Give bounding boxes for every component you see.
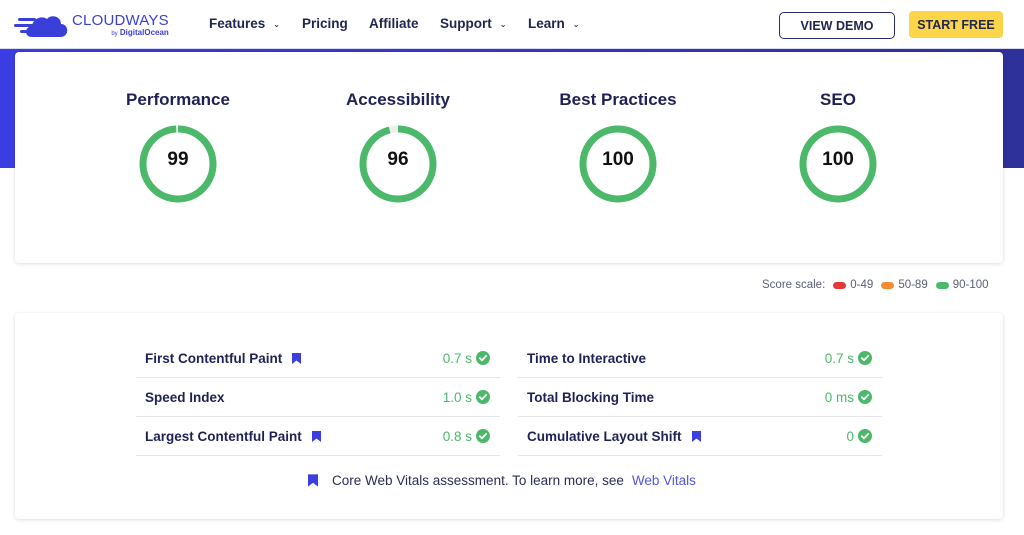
metrics-card: First Contentful Paint 0.7 s Speed Index… — [15, 313, 1003, 519]
bookmark-icon — [691, 430, 701, 442]
metric-row: Total Blocking Time 0 ms — [518, 378, 882, 417]
gauge-best-practices: Best Practices 100 — [548, 90, 688, 205]
cloudways-logo[interactable]: CLOUDWAYS by DigitalOcean — [14, 9, 169, 41]
nav-affiliate-label: Affiliate — [369, 16, 419, 31]
chevron-down-icon: ⌄ — [572, 19, 580, 29]
gauge-accessibility: Accessibility 96 — [328, 90, 468, 205]
metric-value: 0.8 s — [442, 428, 472, 444]
gauge-performance: Performance 99 — [108, 90, 248, 205]
gauge-title: Best Practices — [559, 90, 677, 109]
site-header: CLOUDWAYS by DigitalOcean Features ⌄ Pric… — [0, 0, 1024, 49]
gauge-title: SEO — [820, 90, 856, 109]
logo-sub: DigitalOcean — [119, 28, 169, 37]
metric-row: Speed Index 1.0 s — [136, 378, 500, 417]
footnote-text: Core Web Vitals assessment. To learn mor… — [332, 473, 624, 488]
metric-value: 0 ms — [824, 389, 854, 405]
nav-features-label: Features — [209, 16, 266, 31]
scale-range-average: 50-89 — [898, 279, 928, 291]
gauge-value: 100 — [602, 149, 634, 170]
gauge-title: Accessibility — [346, 90, 450, 109]
metric-row: First Contentful Paint 0.7 s — [136, 339, 500, 378]
scale-range-pass: 90-100 — [952, 279, 989, 291]
logo-by: by — [111, 31, 118, 37]
metric-value: 0.7 s — [824, 350, 854, 366]
chevron-down-icon: ⌄ — [499, 19, 507, 29]
scale-range-fail: 0-49 — [850, 279, 874, 291]
gauge-value: 99 — [167, 149, 189, 170]
metric-label: Time to Interactive — [527, 350, 647, 366]
start-free-button[interactable]: START FREE — [909, 11, 1003, 38]
gauge-title: Performance — [126, 90, 230, 109]
metrics-column-left: First Contentful Paint 0.7 s Speed Index… — [136, 339, 500, 456]
metric-value: 0 — [846, 428, 854, 444]
nav-pricing[interactable]: Pricing — [302, 16, 348, 31]
metric-row: Largest Contentful Paint 0.8 s — [136, 417, 500, 456]
metric-value: 1.0 s — [442, 389, 472, 405]
gauge-value: 100 — [822, 149, 854, 170]
chevron-down-icon: ⌄ — [273, 19, 280, 29]
check-circle-icon — [476, 351, 490, 365]
metric-label: Speed Index — [145, 389, 225, 405]
web-vitals-link[interactable]: Web Vitals — [632, 473, 696, 488]
bookmark-icon — [311, 430, 321, 442]
metric-label: First Contentful Paint — [145, 350, 283, 366]
metric-row: Time to Interactive 0.7 s — [518, 339, 882, 378]
logo-name: CLOUDWAYS — [72, 12, 169, 29]
check-circle-icon — [476, 429, 490, 443]
gauge-seo: SEO 100 — [768, 90, 908, 205]
check-circle-icon — [476, 390, 490, 404]
metric-value: 0.7 s — [442, 350, 472, 366]
nav-support-label: Support — [440, 16, 492, 31]
bookmark-icon — [292, 352, 302, 364]
scores-card: Performance 99 Accessibility 96 Best Pra… — [15, 52, 1003, 263]
cloud-logo-icon — [14, 16, 68, 37]
bookmark-icon — [308, 474, 318, 487]
metric-label: Largest Contentful Paint — [145, 428, 302, 444]
check-circle-icon — [858, 351, 872, 365]
core-web-vitals-note: Core Web Vitals assessment. To learn mor… — [308, 473, 696, 488]
pass-dot-icon — [935, 281, 949, 289]
metric-label: Total Blocking Time — [527, 389, 655, 405]
check-circle-icon — [858, 429, 872, 443]
view-demo-button[interactable]: VIEW DEMO — [779, 12, 895, 39]
nav-features[interactable]: Features ⌄ — [209, 16, 280, 31]
nav-learn[interactable]: Learn ⌄ — [528, 16, 579, 31]
gauge-value: 96 — [387, 149, 409, 170]
check-circle-icon — [858, 390, 872, 404]
nav-pricing-label: Pricing — [302, 16, 348, 31]
score-scale-label: Score scale: — [762, 279, 826, 291]
fail-dot-icon — [833, 281, 847, 289]
score-scale-legend: Score scale: 0-49 50-89 90-100 — [762, 279, 989, 291]
average-dot-icon — [881, 281, 895, 289]
nav-affiliate[interactable]: Affiliate — [369, 16, 419, 31]
nav-support[interactable]: Support ⌄ — [440, 16, 506, 31]
nav-learn-label: Learn — [528, 16, 565, 31]
metric-label: Cumulative Layout Shift — [527, 428, 682, 444]
metric-row: Cumulative Layout Shift 0 — [518, 417, 882, 456]
metrics-column-right: Time to Interactive 0.7 s Total Blocking… — [518, 339, 882, 456]
